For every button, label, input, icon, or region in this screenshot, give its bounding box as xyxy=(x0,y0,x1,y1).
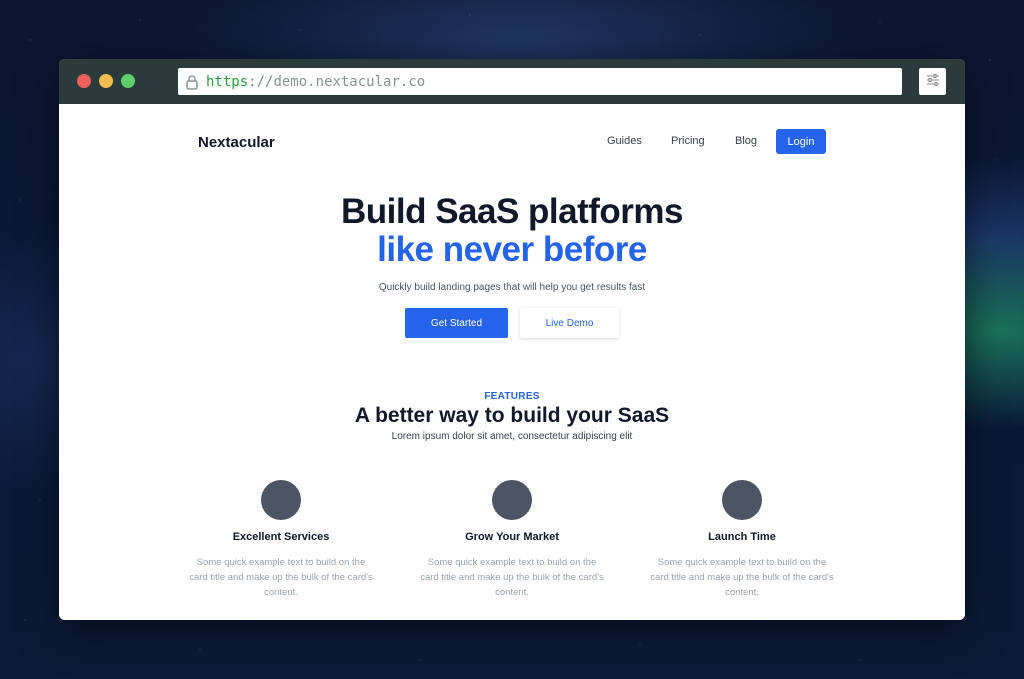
hero-subtitle: Quickly build landing pages that will he… xyxy=(378,282,646,293)
live-demo-button[interactable]: Live Demo xyxy=(520,308,619,338)
url-scheme: https xyxy=(206,73,249,90)
feature-icon xyxy=(261,480,301,520)
main-nav: Guides Pricing Blog xyxy=(59,130,965,155)
features-label: FEATURES xyxy=(484,391,540,402)
maximize-window-button[interactable] xyxy=(121,74,135,88)
feature-card: Grow Your Market Some quick example text… xyxy=(412,480,612,600)
feature-card: Excellent Services Some quick example te… xyxy=(181,480,381,600)
feature-title: Excellent Services xyxy=(232,531,330,543)
sliders-icon xyxy=(926,73,940,91)
feature-icon xyxy=(492,480,532,520)
browser-window: https://demo.nextacular.co Nextacular Gu… xyxy=(59,59,965,620)
features-subtitle: Lorem ipsum dolor sit amet, consectetur … xyxy=(391,431,633,442)
hero-title-line1: Build SaaS platforms xyxy=(340,192,684,231)
feature-text: Some quick example text to build on the … xyxy=(189,557,373,598)
nav-link-pricing[interactable]: Pricing xyxy=(671,135,705,147)
address-bar[interactable]: https://demo.nextacular.co xyxy=(178,68,902,95)
feature-title: Launch Time xyxy=(708,531,776,543)
minimize-window-button[interactable] xyxy=(99,74,113,88)
feature-icon xyxy=(722,480,762,520)
url-separator: :// xyxy=(248,73,274,90)
login-button[interactable]: Login xyxy=(776,129,826,154)
feature-title: Grow Your Market xyxy=(465,531,559,543)
feature-text: Some quick example text to build on the … xyxy=(650,557,834,598)
features-title: A better way to build your SaaS xyxy=(354,404,670,427)
hero-title-line2: like never before xyxy=(377,230,647,269)
nav-link-guides[interactable]: Guides xyxy=(607,135,642,147)
nav-link-blog[interactable]: Blog xyxy=(735,135,757,147)
feature-card: Launch Time Some quick example text to b… xyxy=(642,480,842,600)
page-content: Nextacular Guides Pricing Blog Login Bui… xyxy=(59,104,965,620)
lock-icon xyxy=(184,74,200,90)
browser-titlebar: https://demo.nextacular.co xyxy=(59,59,965,104)
close-window-button[interactable] xyxy=(77,74,91,88)
feature-text: Some quick example text to build on the … xyxy=(420,557,604,598)
get-started-button[interactable]: Get Started xyxy=(405,308,508,338)
url-host: demo.nextacular.co xyxy=(273,73,426,90)
browser-menu-button[interactable] xyxy=(919,68,946,95)
